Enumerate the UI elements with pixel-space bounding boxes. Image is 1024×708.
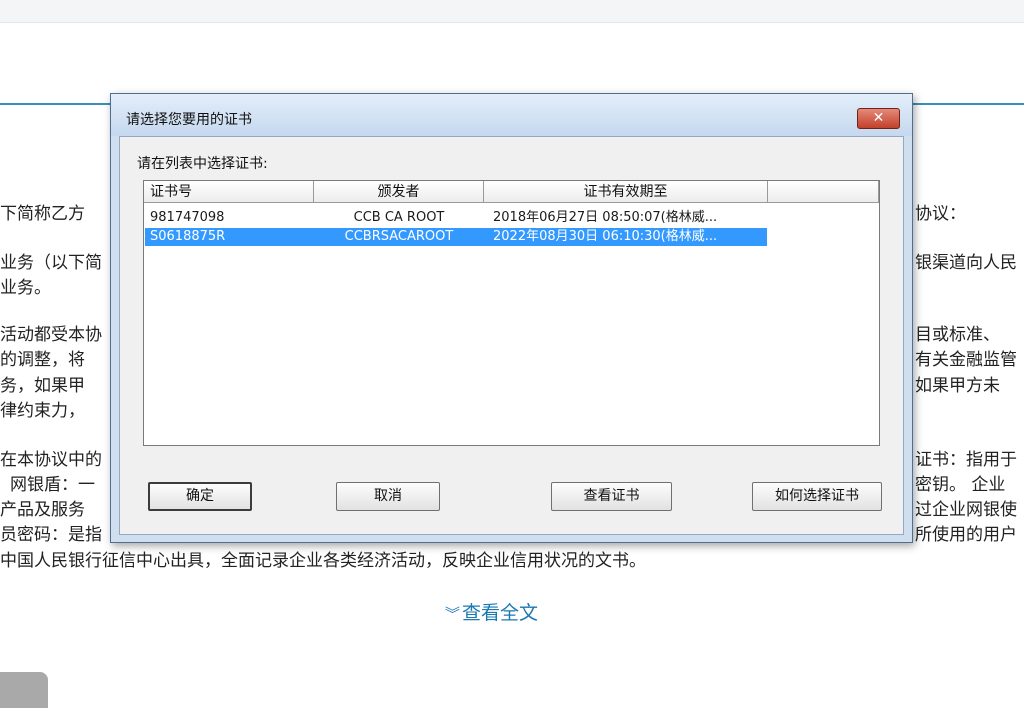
bg-text-line: 业务。 [0,278,51,298]
view-full-text-label: 查看全文 [462,602,539,624]
cert-issuer: CCB CA ROOT [353,210,445,225]
ok-button[interactable]: 确定 [148,482,252,511]
close-icon: ✕ [872,110,885,126]
list-header: 证书号 颁发者 证书有效期至 [144,181,879,203]
list-prompt: 请在列表中选择证书: [137,156,268,172]
bg-text-line: 网银盾：一 [10,475,95,495]
floating-side-button[interactable] [0,672,48,708]
bg-text-line: 业务（以下简 [0,253,102,273]
column-header-expiry[interactable]: 证书有效期至 [484,181,768,203]
certificate-row[interactable]: 981747098 CCB CA ROOT 2018年06月27日 08:50:… [145,209,767,227]
column-header-issuer[interactable]: 颁发者 [314,181,484,203]
bg-text-line: 过企业网银使 [915,500,1017,520]
bg-text-line: 的调整，将 [0,350,85,370]
certificate-row-selected[interactable]: S0618875R CCBRSACAROOT 2022年08月30日 06:10… [145,228,767,246]
dialog-title: 请选择您要用的证书 [126,112,252,128]
certificate-list[interactable]: 证书号 颁发者 证书有效期至 981747098 CCB CA ROOT 201… [143,180,880,446]
bg-text-line: 目或标准、 [915,325,1000,345]
cert-number: 981747098 [150,210,225,225]
bg-text-line: 有关金融监管 [915,350,1017,370]
bg-text-line: 产品及服务 [0,500,85,520]
bg-text-line: 在本协议中的 [0,450,102,470]
bg-text-line: 密钥。 企业 [915,475,1006,495]
certificate-dialog: 请选择您要用的证书 ✕ 请在列表中选择证书: 证书号 颁发者 证书有效期至 98… [110,93,913,543]
dialog-titlebar[interactable]: 请选择您要用的证书 ✕ [111,94,912,136]
column-header-cert-number[interactable]: 证书号 [144,181,314,203]
bg-text-line: 所使用的用户 [915,525,1017,545]
bg-text-line: 律约束力， [0,401,85,421]
cert-number: S0618875R [150,229,226,244]
cert-expiry: 2018年06月27日 08:50:07(格林威... [493,210,718,225]
bg-text-line: 如果甲方未 [915,376,1000,396]
view-full-text-link[interactable]: ︾ 查看全文 [445,598,538,625]
bg-text-line: 活动都受本协 [0,325,102,345]
bg-text-line: 中国人民银行征信中心出具，全面记录企业各类经济活动，反映企业信用状况的文书。 [0,551,646,571]
view-certificate-button[interactable]: 查看证书 [551,482,672,511]
column-header-extra[interactable] [768,181,879,203]
cert-issuer: CCBRSACAROOT [344,229,454,244]
close-button[interactable]: ✕ [857,108,900,129]
bg-text-line: 协议： [915,204,966,224]
cancel-button[interactable]: 取消 [336,482,440,511]
bg-text-line: 员密码：是指 [0,525,102,545]
dialog-body: 请在列表中选择证书: 证书号 颁发者 证书有效期至 981747098 CCB … [119,136,904,535]
bg-text-line: 证书：指用于 [915,450,1017,470]
how-to-choose-button[interactable]: 如何选择证书 [752,482,882,511]
cert-expiry: 2022年08月30日 06:10:30(格林威... [493,229,718,244]
bg-text-line: 务，如果甲 [0,376,85,396]
bg-text-line: 银渠道向人民 [915,253,1017,273]
double-chevron-down-icon: ︾ [445,605,461,623]
browser-top-bar [0,0,1024,23]
bg-text-line: 下简称乙方 [0,204,85,224]
